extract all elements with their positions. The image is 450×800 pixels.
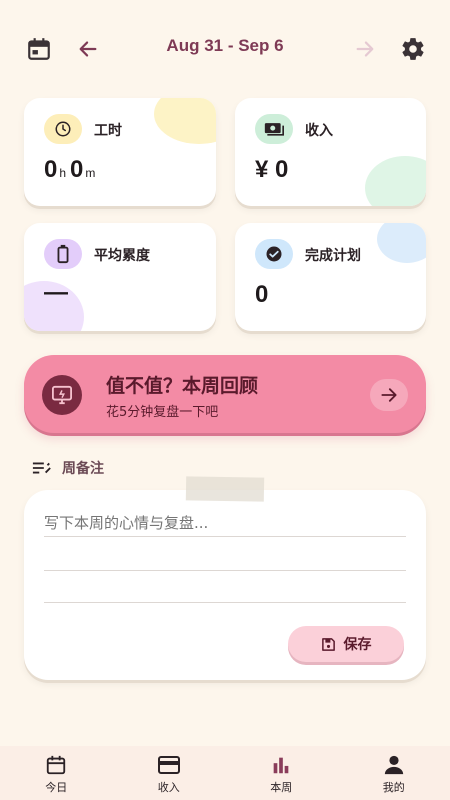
notes-line (44, 602, 406, 603)
next-week-button[interactable] (350, 34, 380, 64)
nav-label: 我的 (382, 781, 405, 794)
card-decoration (365, 156, 426, 206)
fatigue-card[interactable]: 平均累度 — (24, 223, 216, 331)
nav-item-income[interactable]: 收入 (113, 746, 226, 800)
fatigue-label: 平均累度 (94, 248, 150, 264)
notes-list-icon (32, 462, 51, 474)
nav-item-week[interactable]: 本周 (225, 746, 338, 800)
bottom-navigation: 今日 收入 本周 我的 (0, 746, 450, 800)
weekly-notes-input[interactable] (44, 514, 406, 532)
hours-number: 0 (44, 156, 58, 183)
nav-label: 本周 (270, 781, 293, 794)
calendar-icon (47, 755, 66, 775)
plans-card[interactable]: 完成计划 0 (235, 223, 426, 331)
hours-label: 工时 (94, 123, 122, 139)
currency-symbol: ¥ (255, 156, 269, 183)
save-button[interactable]: 保存 (288, 626, 404, 662)
notes-card: 保存 (24, 490, 426, 680)
income-icon-badge (255, 114, 293, 144)
header-bar: Aug 31 - Sep 6 (0, 30, 450, 68)
review-icon-badge (42, 375, 82, 415)
forward-arrow-icon (356, 41, 374, 57)
notes-line (44, 536, 406, 537)
notes-section-header: 周备注 (32, 458, 104, 478)
settings-button[interactable] (398, 34, 428, 64)
card-decoration (154, 98, 216, 144)
check-circle-icon (266, 246, 282, 262)
card-decoration (377, 223, 426, 263)
hours-card[interactable]: 工时 0h0m (24, 98, 216, 206)
notes-line (44, 570, 406, 571)
income-label: 收入 (305, 123, 333, 139)
review-go-button[interactable] (370, 379, 408, 411)
person-icon (384, 755, 403, 775)
minutes-number: 0 (70, 156, 84, 183)
weekly-review-banner[interactable]: 值不值？本周回顾 花5分钟复盘一下吧 (24, 355, 426, 433)
hours-unit: h (59, 166, 67, 180)
clock-icon (55, 121, 71, 137)
bar-chart-icon (273, 757, 289, 774)
notes-title: 周备注 (62, 461, 104, 477)
income-card[interactable]: 收入 ¥ 0 (235, 98, 426, 206)
fatigue-value: — (44, 279, 68, 306)
wallet-icon (157, 756, 180, 774)
review-subtitle: 花5分钟复盘一下吧 (106, 405, 219, 420)
forward-arrow-icon (381, 388, 397, 402)
hours-icon-badge (44, 114, 82, 144)
minutes-unit: m (85, 166, 96, 180)
date-range-title[interactable]: Aug 31 - Sep 6 (0, 36, 450, 56)
nav-label: 今日 (45, 781, 68, 794)
plans-label: 完成计划 (305, 248, 361, 264)
review-title: 值不值？本周回顾 (106, 375, 259, 397)
money-icon (264, 123, 284, 136)
plans-value: 0 (255, 281, 269, 308)
battery-icon (57, 244, 69, 264)
income-value: ¥ 0 (255, 156, 288, 184)
income-number: 0 (275, 156, 289, 183)
tape-decoration (185, 476, 265, 502)
fatigue-icon-badge (44, 239, 82, 269)
hours-value: 0h0m (44, 156, 99, 184)
nav-item-today[interactable]: 今日 (0, 746, 113, 800)
plans-icon-badge (255, 239, 293, 269)
presentation-icon (52, 385, 72, 405)
save-label: 保存 (343, 637, 372, 653)
settings-gear-icon (402, 38, 424, 60)
save-disk-icon (321, 637, 335, 651)
nav-item-me[interactable]: 我的 (338, 746, 450, 800)
nav-label: 收入 (157, 781, 180, 794)
